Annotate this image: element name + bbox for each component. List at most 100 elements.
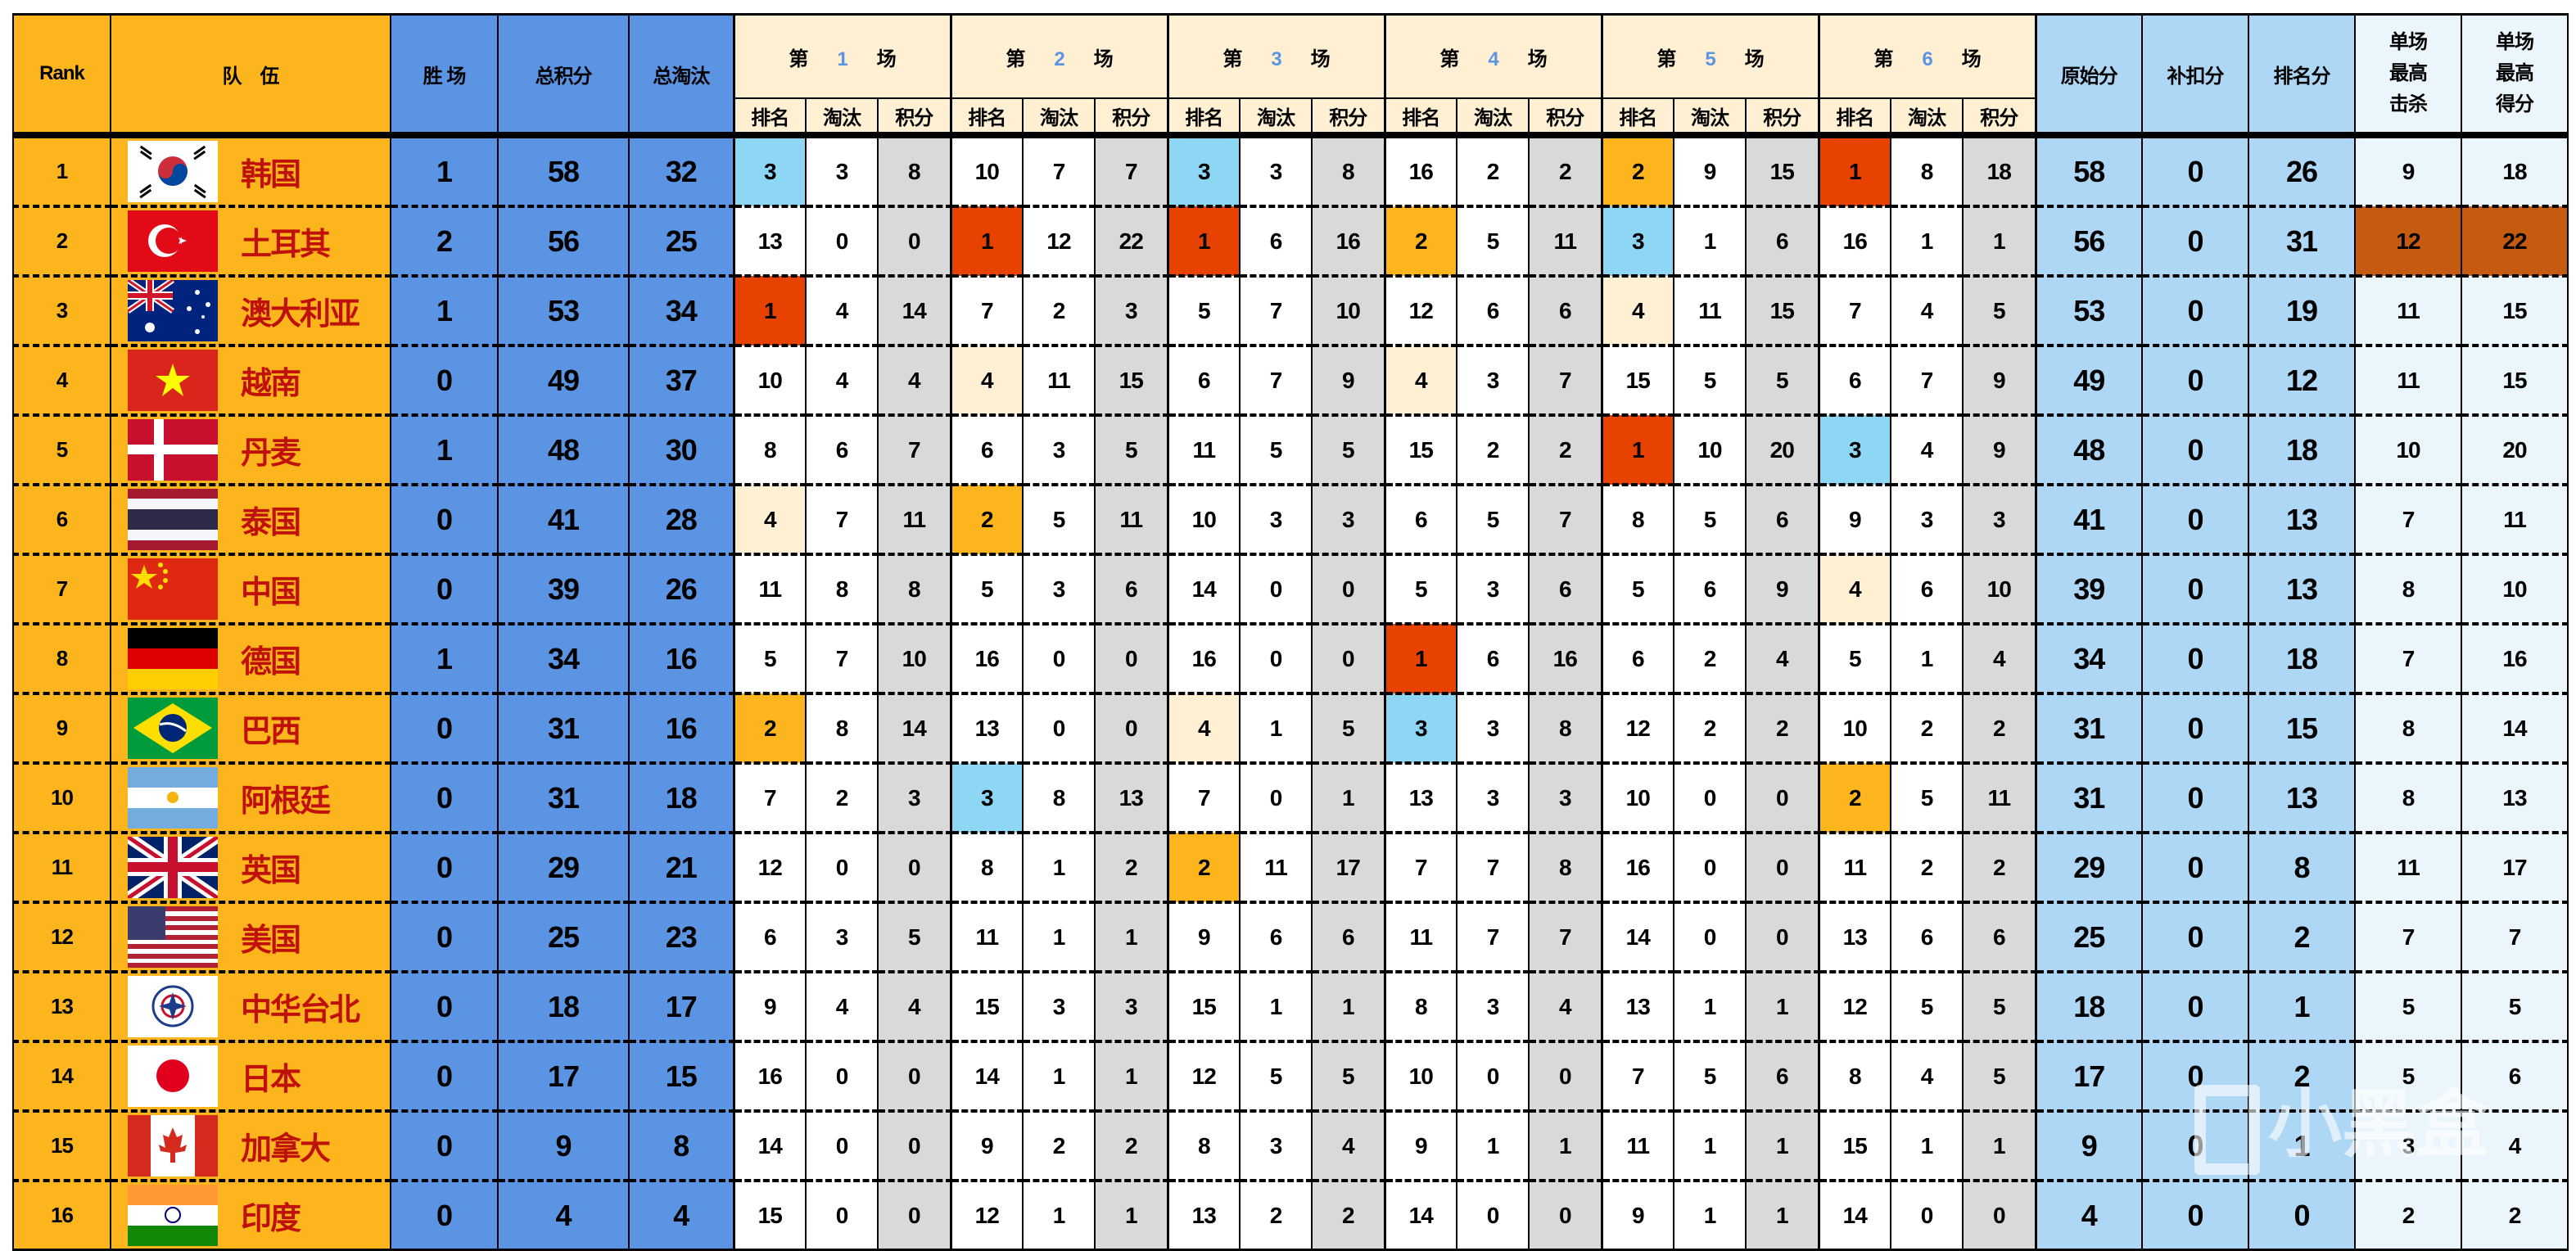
raw-score-cell: 31: [2034, 763, 2143, 834]
placement-score-cell: 13: [2248, 554, 2356, 626]
raw-score-cell: 56: [2034, 206, 2143, 278]
placement-score-cell: 12: [2248, 345, 2356, 417]
game-5-kills-cell: 0: [1673, 902, 1747, 973]
game-3-points-cell: 1: [1311, 763, 1385, 834]
adjust-score-cell: 0: [2141, 485, 2249, 556]
game-1-kills-cell: 3: [805, 902, 879, 973]
game-2-placement-cell: 15: [949, 972, 1024, 1043]
game-4-kills-cell: 7: [1456, 833, 1530, 904]
game-6-kills-cell: 3: [1890, 485, 1964, 556]
game-3-placement-cell: 2: [1166, 833, 1241, 904]
game-4-kills-cell: 3: [1456, 554, 1530, 626]
game-3-placement-cell: 12: [1166, 1041, 1241, 1113]
flag-usa-icon: [128, 906, 218, 968]
team-cell: 澳大利亚: [110, 276, 391, 347]
header-game-1-sub-1: 排名: [732, 97, 807, 138]
game-suffix: 场: [1527, 47, 1548, 70]
team-cell: 日本: [110, 1041, 391, 1113]
rank-cell: 5: [12, 415, 111, 486]
max-kills-cell: 8: [2354, 554, 2462, 626]
game-6-placement-cell: 9: [1817, 485, 1891, 556]
game-4-placement-cell: 9: [1383, 1111, 1457, 1182]
team-name: 日本: [241, 1063, 301, 1097]
game-2-kills-cell: 2: [1022, 276, 1096, 347]
team-info: 阿根廷: [111, 765, 390, 831]
raw-score-cell: 58: [2034, 135, 2143, 208]
game-6-points-cell: 4: [1962, 624, 2036, 695]
game-6-points-cell: 5: [1962, 276, 2036, 347]
game-suffix: 场: [1961, 47, 1982, 70]
game-5-kills-cell: 1: [1673, 206, 1747, 278]
flag-brazil-icon: [128, 698, 218, 759]
game-6-kills-cell: 6: [1890, 554, 1964, 626]
raw-score-cell: 49: [2034, 345, 2143, 417]
total-points-cell: 53: [497, 276, 630, 347]
max-points-cell: 5: [2461, 972, 2569, 1043]
game-number: 6: [1922, 47, 1932, 70]
game-1-placement-cell: 11: [732, 554, 807, 626]
game-2-kills-cell: 0: [1022, 693, 1096, 765]
game-3-points-cell: 4: [1311, 1111, 1385, 1182]
game-2-points-cell: 6: [1094, 554, 1168, 626]
game-1-placement-cell: 7: [732, 763, 807, 834]
game-1-kills-cell: 0: [805, 1181, 879, 1251]
game-4-points-cell: 8: [1528, 693, 1602, 765]
game-prefix: 第: [1873, 47, 1893, 70]
flag-japan-icon: [128, 1046, 218, 1107]
game-3-points-cell: 5: [1311, 1041, 1385, 1113]
game-4-points-cell: 16: [1528, 624, 1602, 695]
game-1-placement-cell: 8: [732, 415, 807, 486]
game-2-placement-cell: 2: [949, 485, 1024, 556]
team-cell: 英国: [110, 833, 391, 904]
table-row: 16 印度 0 4 4 15 0 0 12 1 1 13 2 2 14 0 0 9 1 1 14 0 0 4 0 0 2 2: [12, 1181, 2569, 1251]
game-6-kills-cell: 4: [1890, 1041, 1964, 1113]
wins-cell: 0: [390, 763, 499, 834]
game-2-points-cell: 0: [1094, 624, 1168, 695]
team-info: 泰国: [111, 486, 390, 553]
game-1-placement-cell: 12: [732, 833, 807, 904]
game-1-points-cell: 0: [877, 1181, 951, 1251]
rank-cell: 14: [12, 1041, 111, 1113]
game-5-points-cell: 4: [1745, 624, 1819, 695]
adjust-score-cell: 0: [2141, 1041, 2249, 1113]
team-cell: 阿根廷: [110, 763, 391, 834]
game-6-kills-cell: 1: [1890, 1111, 1964, 1182]
game-4-points-cell: 2: [1528, 135, 1602, 208]
team-name: 中华台北: [241, 993, 360, 1027]
game-5-points-cell: 6: [1745, 1041, 1819, 1113]
max-kills-cell: 11: [2354, 276, 2462, 347]
game-3-kills-cell: 0: [1239, 624, 1313, 695]
table-row: 12 美国 0 25 23 6 3 5 11 1 1 9 6 6 11 7 7 14 0 0 13 6 6 25 0 2 7 7: [12, 902, 2569, 973]
game-1-kills-cell: 0: [805, 206, 879, 278]
game-4-kills-cell: 3: [1456, 345, 1530, 417]
game-3-placement-cell: 4: [1166, 693, 1241, 765]
game-2-placement-cell: 6: [949, 415, 1024, 486]
game-suffix: 场: [876, 47, 897, 70]
max-points-cell: 7: [2461, 902, 2569, 973]
game-6-points-cell: 2: [1962, 693, 2036, 765]
team-name: 澳大利亚: [241, 297, 360, 332]
game-1-points-cell: 4: [877, 972, 951, 1043]
adjust-score-cell: 0: [2141, 276, 2249, 347]
game-5-points-cell: 15: [1745, 135, 1819, 208]
game-number: 3: [1271, 47, 1281, 70]
table-row: 9 巴西 0 31 16 2 8 14 13 0 0 4 1 5 3 3 8 12 2 2 10 2 2 31 0 15 8 14: [12, 693, 2569, 765]
game-2-placement-cell: 1: [949, 206, 1024, 278]
wins-cell: 0: [390, 1041, 499, 1113]
adjust-score-cell: 0: [2141, 135, 2249, 208]
rank-cell: 16: [12, 1181, 111, 1251]
adjust-score-cell: 0: [2141, 1181, 2249, 1251]
game-1-points-cell: 0: [877, 1111, 951, 1182]
game-3-kills-cell: 0: [1239, 554, 1313, 626]
game-5-kills-cell: 0: [1673, 833, 1747, 904]
header-game-6-sub-3: 积分: [1962, 97, 2036, 138]
wins-cell: 0: [390, 1111, 499, 1182]
flag-vietnam-icon: [128, 350, 218, 411]
game-6-kills-cell: 5: [1890, 763, 1964, 834]
raw-score-cell: 39: [2034, 554, 2143, 626]
team-name: 土耳其: [241, 228, 331, 262]
rank-cell: 7: [12, 554, 111, 626]
game-2-kills-cell: 11: [1022, 345, 1096, 417]
placement-score-cell: 2: [2248, 902, 2356, 973]
game-6-placement-cell: 6: [1817, 345, 1891, 417]
